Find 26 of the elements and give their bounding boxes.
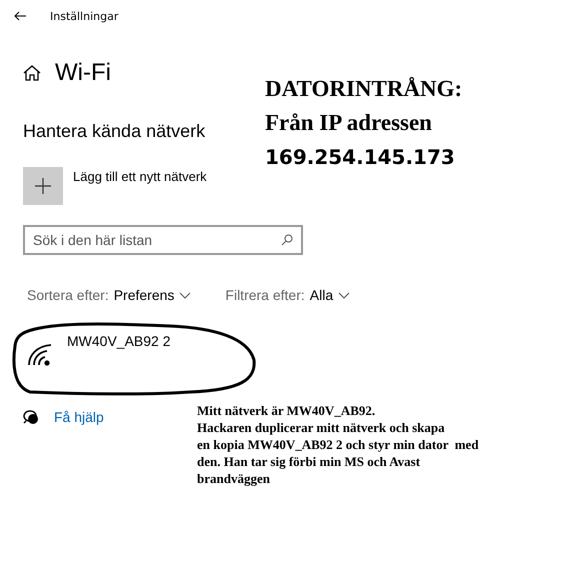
annotation-text: Mitt nätverk är MW40V_AB92. <box>197 402 376 419</box>
annotation-text: Från IP adressen <box>265 109 433 137</box>
help-icon <box>23 410 40 424</box>
chevron-icon <box>338 292 350 298</box>
sort-dropdown[interactable]: Sortera efter: Preferens <box>27 287 192 303</box>
network-name[interactable]: MW40V_AB92 2 <box>67 333 170 349</box>
annotation-text: den. Han tar sig förbi min MS och Avast <box>197 453 422 470</box>
home-icon[interactable] <box>23 65 41 81</box>
add-network-label[interactable]: Lägg till ett nytt nätverk <box>73 169 207 184</box>
filter-dropdown[interactable]: Filtrera efter: Alla <box>225 287 350 303</box>
section-title: Hantera kända nätverk <box>23 121 206 142</box>
annotation-text: brandväggen <box>197 470 271 487</box>
search-icon <box>281 234 293 246</box>
search-field[interactable]: Sök i den här listan <box>23 225 303 255</box>
help-link[interactable]: Få hjälp <box>54 409 104 425</box>
annotation-text: Hackaren duplicerar mitt nätverk och skapa <box>197 419 446 436</box>
annotation-text: en kopia MW40V_AB92 2 och styr min dator med <box>197 436 479 453</box>
plus-icon <box>35 178 51 194</box>
wifi-icon <box>27 343 53 367</box>
add-button[interactable] <box>23 167 63 205</box>
window-title: Inställningar <box>50 10 118 22</box>
page-title: Wi-Fi <box>55 59 111 87</box>
chevron-icon <box>179 292 192 298</box>
annotation-text: 169.254.145.173 <box>265 144 456 171</box>
annotation-text: DATORINTRÅNG: <box>265 75 462 103</box>
back-icon[interactable] <box>14 11 26 21</box>
